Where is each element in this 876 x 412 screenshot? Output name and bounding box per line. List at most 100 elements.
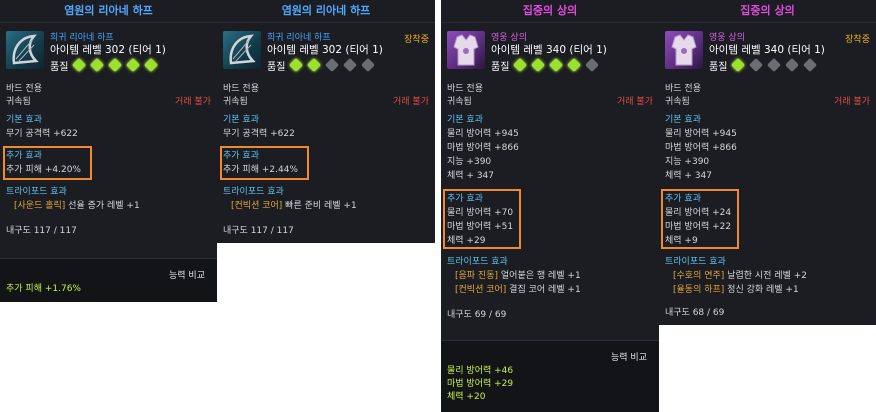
extra-stat: 추가 피해 +2.44% [223, 165, 298, 175]
extra-effect-title: 추가 효과 [447, 194, 483, 204]
extra-stat: 마법 방어력 +51 [447, 222, 514, 232]
bound-row: 귀속됨 거래 불가 [6, 96, 211, 108]
tripod-row: [수호의 연주] 날렵한 시전 레벨 +2 [673, 270, 870, 282]
tripod-name: [사운드 홀릭] [14, 201, 66, 211]
base-stat: 지능 +390 [447, 157, 492, 167]
quality-star-icon [108, 57, 123, 73]
tripod-name: [율동의 하프] [673, 285, 725, 295]
item-title: 염원의 리아네 하프 [217, 0, 435, 23]
tripod-row: [음파 진동] 얼어붙은 행 레벨 +1 [455, 270, 653, 282]
base-effect-title: 기본 효과 [6, 115, 42, 125]
quality-label: 품질 [491, 61, 510, 73]
item-title: 집중의 상의 [441, 0, 659, 23]
base-effect-title: 기본 효과 [223, 115, 259, 125]
quality-star-icon [343, 57, 358, 73]
compare-title: 능력 비교 [611, 353, 647, 363]
item-level: 아이템 레벨 302 (티어 1) [50, 44, 166, 56]
equipped-badge: 장착중 [404, 35, 429, 45]
tripod-name: [컨빅션 코어] [455, 285, 507, 295]
quality-star-icon [72, 57, 87, 73]
quality-star-icon [803, 57, 818, 73]
tripod-desc: 정신 강화 레벨 +1 [727, 285, 799, 295]
item-tooltip-chest-equipped: 집중의 상의 영웅 상의 장착중 아이템 레벨 340 (티어 1) 품질 바드… [659, 0, 876, 325]
item-title: 집중의 상의 [659, 0, 876, 23]
equipped-badge: 장착중 [845, 35, 870, 45]
compare-panel: 능력 비교 추가 피해 +1.76% [0, 258, 217, 302]
tripod-desc: 날렵한 시전 레벨 +2 [727, 271, 807, 281]
chest-armor-icon [447, 31, 485, 69]
compare-stat: 체력 +20 [447, 392, 486, 402]
tripod-desc: 선율 증가 레벨 +1 [68, 201, 140, 211]
quality-star-icon [549, 57, 564, 73]
bound-class: 바드 전용 [447, 84, 483, 94]
item-level: 아이템 레벨 340 (티어 1) [491, 44, 607, 56]
bound-class: 바드 전용 [6, 84, 42, 94]
untradable-label: 거래 불가 [617, 97, 653, 107]
bound-status: 귀속됨 [6, 97, 31, 107]
tripod-name: [컨빅션 코어] [231, 201, 283, 211]
quality-row: 품질 [491, 57, 605, 73]
quality-label: 품질 [50, 61, 69, 73]
tripod-row: [컨빅션 코어] 결집 코어 레벨 +1 [455, 284, 653, 296]
bound-row: 귀속됨 거래 불가 [223, 96, 429, 108]
tripod-row: [컨빅션 코어] 빠른 준비 레벨 +1 [231, 200, 429, 212]
compare-stat: 마법 방어력 +29 [447, 379, 514, 389]
quality-star-icon [289, 57, 304, 73]
extra-stat: 체력 +9 [665, 236, 698, 246]
quality-star-icon [767, 57, 782, 73]
tripod-desc: 얼어붙은 행 레벨 +1 [500, 271, 581, 281]
base-stat: 무기 공격력 +622 [6, 129, 78, 139]
quality-star-icon [325, 57, 340, 73]
quality-star-icon [513, 57, 528, 73]
bound-class: 바드 전용 [223, 84, 259, 94]
quality-row: 품질 [267, 57, 381, 73]
bound-status: 귀속됨 [665, 97, 690, 107]
extra-stat: 체력 +29 [447, 236, 486, 246]
quality-star-icon [749, 57, 764, 73]
base-stat: 물리 방어력 +945 [665, 129, 737, 139]
tripod-name: [음파 진동] [455, 271, 499, 281]
item-title: 염원의 리아네 하프 [0, 0, 217, 23]
base-stat: 물리 방어력 +945 [447, 129, 519, 139]
tripod-title: 트라이포드 효과 [665, 257, 726, 267]
quality-star-icon [144, 57, 159, 73]
base-stat: 무기 공격력 +622 [223, 129, 295, 139]
extra-stat: 추가 피해 +4.20% [6, 165, 81, 175]
quality-label: 품질 [267, 61, 286, 73]
base-stat: 마법 방어력 +866 [665, 143, 737, 153]
durability: 내구도 68 / 69 [665, 308, 725, 318]
bound-row: 귀속됨 거래 불가 [665, 96, 870, 108]
item-level: 아이템 레벨 340 (티어 1) [709, 44, 825, 56]
tripod-name: [수호의 연주] [673, 271, 725, 281]
tripod-title: 트라이포드 효과 [447, 257, 508, 267]
item-tooltip-chest-compare: 집중의 상의 영웅 상의 아이템 레벨 340 (티어 1) 품질 바드 전용 … [441, 0, 659, 412]
base-stat: 체력 + 347 [665, 171, 713, 181]
bound-status: 귀속됨 [447, 97, 472, 107]
untradable-label: 거래 불가 [834, 97, 870, 107]
base-stat: 지능 +390 [665, 157, 710, 167]
base-stat: 체력 + 347 [447, 171, 495, 181]
durability: 내구도 69 / 69 [447, 310, 507, 320]
tripod-desc: 결집 코어 레벨 +1 [509, 285, 581, 295]
compare-stat: 물리 방어력 +46 [447, 366, 514, 376]
item-level: 아이템 레벨 302 (티어 1) [267, 44, 383, 56]
quality-star-icon [307, 57, 322, 73]
untradable-label: 거래 불가 [175, 97, 211, 107]
compare-panel: 능력 비교 물리 방어력 +46 마법 방어력 +29 체력 +20 [441, 340, 659, 412]
quality-row: 품질 [709, 57, 823, 73]
bound-row: 귀속됨 거래 불가 [447, 96, 653, 108]
bound-class: 바드 전용 [665, 84, 701, 94]
extra-stat: 물리 방어력 +24 [665, 208, 732, 218]
extra-effect-title: 추가 효과 [6, 151, 42, 161]
compare-stat: 추가 피해 +1.76% [6, 284, 81, 294]
durability: 내구도 117 / 117 [223, 226, 294, 236]
tripod-row: [율동의 하프] 정신 강화 레벨 +1 [673, 284, 870, 296]
harp-icon [223, 31, 261, 69]
quality-star-icon [785, 57, 800, 73]
bound-status: 귀속됨 [223, 97, 248, 107]
tripod-title: 트라이포드 효과 [223, 187, 284, 197]
quality-star-icon [90, 57, 105, 73]
base-effect-title: 기본 효과 [447, 115, 483, 125]
base-stat: 마법 방어력 +866 [447, 143, 519, 153]
quality-star-icon [567, 57, 582, 73]
